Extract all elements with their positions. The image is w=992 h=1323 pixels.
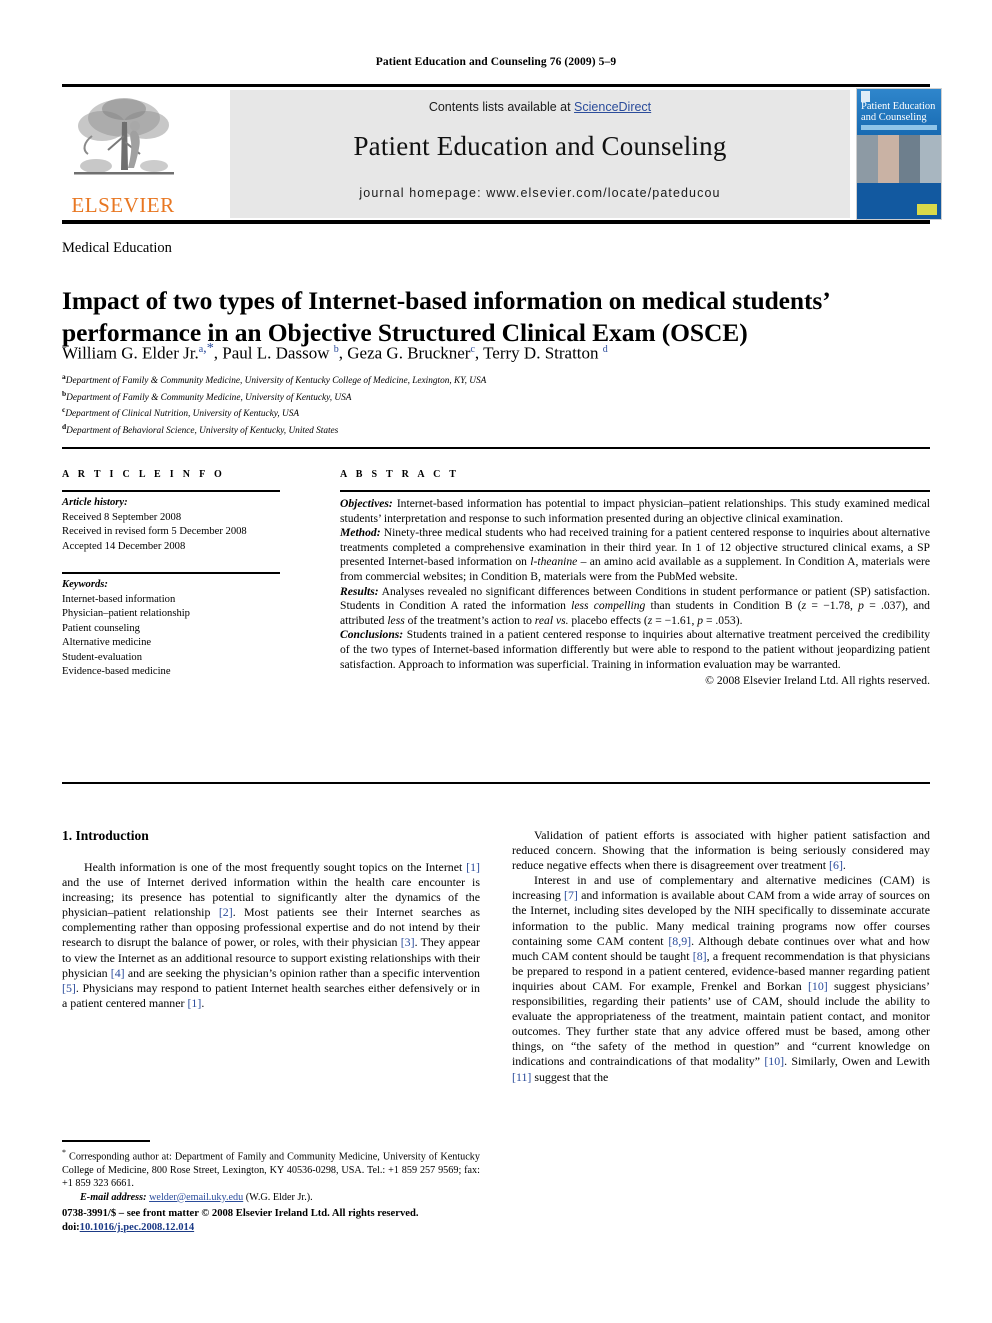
footnote-block: * Corresponding author at: Department of… xyxy=(62,1146,480,1204)
cover-title-line2: and Counseling xyxy=(861,112,927,123)
abstract-results-label: Results: xyxy=(340,584,379,598)
journal-title: Patient Education and Counseling xyxy=(353,131,727,161)
doi-link[interactable]: 10.1016/j.pec.2008.12.014 xyxy=(80,1222,194,1233)
abstract-block-top-rule xyxy=(62,447,930,449)
affiliation-item: cDepartment of Clinical Nutrition, Unive… xyxy=(62,404,932,421)
abstract-heading: A B S T R A C T xyxy=(340,469,460,480)
section-heading-introduction: 1. Introduction xyxy=(62,828,149,843)
contents-prefix: Contents lists available at xyxy=(428,100,575,114)
elsevier-logo: ELSEVIER xyxy=(62,90,184,218)
body-paragraph: Validation of patient efforts is associa… xyxy=(512,828,930,873)
article-history-item: Received in revised form 5 December 2008 xyxy=(62,526,247,537)
keyword-item: Internet-based information xyxy=(62,593,176,605)
abstract-objectives-label: Objectives: xyxy=(340,497,393,510)
article-info-column: Article history: Received 8 September 20… xyxy=(62,490,297,680)
article-info-heading: A R T I C L E I N F O xyxy=(62,469,226,480)
affiliation-text: Department of Family & Community Medicin… xyxy=(66,392,352,403)
author-list: William G. Elder Jr.a,*, Paul L. Dassow … xyxy=(62,340,608,363)
abstract-column: Objectives: Internet-based information h… xyxy=(340,490,930,689)
abstract-objectives-text: Internet-based information has potential… xyxy=(340,497,930,525)
article-history-item: Received 8 September 2008 xyxy=(62,511,182,523)
body-column-left: 1. Introduction Health information is on… xyxy=(62,828,480,1011)
cover-badge-icon xyxy=(917,204,937,215)
abstract-method-text: Ninety-three medical students who had re… xyxy=(340,526,931,583)
email-note: E-mail address: welder@email.uky.edu (W.… xyxy=(62,1191,480,1204)
abstract-conclusions-text: Students trained in a patient centered r… xyxy=(340,628,930,671)
doi-line: doi:10.1016/j.pec.2008.12.014 xyxy=(62,1221,492,1235)
article-history-label: Article history: xyxy=(62,497,128,508)
abstract-results: Results: Analyses revealed no significan… xyxy=(340,585,930,629)
keyword-item: Patient counseling xyxy=(62,622,140,634)
journal-article-page: Patient Education and Counseling 76 (200… xyxy=(0,0,992,1323)
article-history-rule xyxy=(62,490,280,492)
masthead-bottom-rule xyxy=(62,220,930,224)
affiliation-text: Department of Clinical Nutrition, Univer… xyxy=(65,409,300,420)
journal-homepage-line[interactable]: journal homepage: www.elsevier.com/locat… xyxy=(230,186,850,200)
email-suffix: (W.G. Elder Jr.). xyxy=(243,1191,313,1203)
elsevier-tree-icon xyxy=(74,98,174,175)
body-column-right: Validation of patient efforts is associa… xyxy=(512,828,930,1085)
front-matter-line: 0738-3991/$ – see front matter © 2008 El… xyxy=(62,1208,419,1219)
cover-subtitle-bar xyxy=(861,125,937,130)
affiliation-text: Department of Family & Community Medicin… xyxy=(65,376,487,387)
cover-journal-title: Patient Education and Counseling xyxy=(861,101,939,123)
journal-band: Contents lists available at ScienceDirec… xyxy=(230,90,850,218)
abstract-method-label: Method: xyxy=(340,526,381,540)
abstract-results-text: Analyses revealed no significant differe… xyxy=(340,584,930,627)
abstract-objectives: Objectives: Internet-based information h… xyxy=(340,497,930,526)
cover-bottom-band xyxy=(857,183,941,219)
affiliation-item: dDepartment of Behavioral Science, Unive… xyxy=(62,421,932,438)
imprint-block: 0738-3991/$ – see front matter © 2008 El… xyxy=(62,1207,492,1235)
abstract-rule xyxy=(340,490,930,492)
abstract-conclusions: Conclusions: Students trained in a patie… xyxy=(340,628,930,672)
contents-available-line: Contents lists available at ScienceDirec… xyxy=(230,100,850,114)
sciencedirect-link[interactable]: ScienceDirect xyxy=(574,100,651,114)
corresponding-author-email-link[interactable]: welder@email.uky.edu xyxy=(149,1192,243,1203)
keyword-item: Student-evaluation xyxy=(62,651,143,663)
doi-prefix: doi: xyxy=(62,1222,80,1233)
running-head: Patient Education and Counseling 76 (200… xyxy=(375,56,617,68)
corresponding-author-note: * Corresponding author at: Department of… xyxy=(62,1148,480,1190)
email-address-label: E-mail address: xyxy=(80,1191,147,1203)
article-history-item: Accepted 14 December 2008 xyxy=(62,540,186,552)
keywords-rule xyxy=(62,572,280,574)
abstract-copyright: © 2008 Elsevier Ireland Ltd. All rights … xyxy=(705,674,930,688)
footnote-rule xyxy=(62,1140,150,1142)
masthead: ELSEVIER Contents lists available at Sci… xyxy=(62,86,942,220)
journal-cover-thumbnail: Patient Education and Counseling xyxy=(856,88,942,220)
affiliation-text: Department of Behavioral Science, Univer… xyxy=(66,426,339,437)
cover-title-line1: Patient Education xyxy=(861,101,936,112)
keyword-item: Physician–patient relationship xyxy=(62,608,190,619)
keyword-item: Alternative medicine xyxy=(62,637,152,648)
body-paragraph: Health information is one of the most fr… xyxy=(62,860,481,1010)
cover-photo-strip xyxy=(857,135,941,183)
abstract-block-bottom-rule xyxy=(62,782,930,784)
abstract-method: Method: Ninety-three medical students wh… xyxy=(340,526,930,584)
elsevier-wordmark: ELSEVIER xyxy=(71,193,175,217)
keywords-label: Keywords: xyxy=(62,579,108,590)
affiliation-list: aDepartment of Family & Community Medici… xyxy=(62,371,932,438)
article-section-kind: Medical Education xyxy=(62,240,172,256)
affiliation-item: bDepartment of Family & Community Medici… xyxy=(62,388,932,405)
abstract-conclusions-label: Conclusions: xyxy=(340,628,404,642)
keyword-item: Evidence-based medicine xyxy=(62,666,171,677)
body-paragraph: Interest in and use of complementary and… xyxy=(512,873,930,1084)
affiliation-item: aDepartment of Family & Community Medici… xyxy=(62,371,932,388)
